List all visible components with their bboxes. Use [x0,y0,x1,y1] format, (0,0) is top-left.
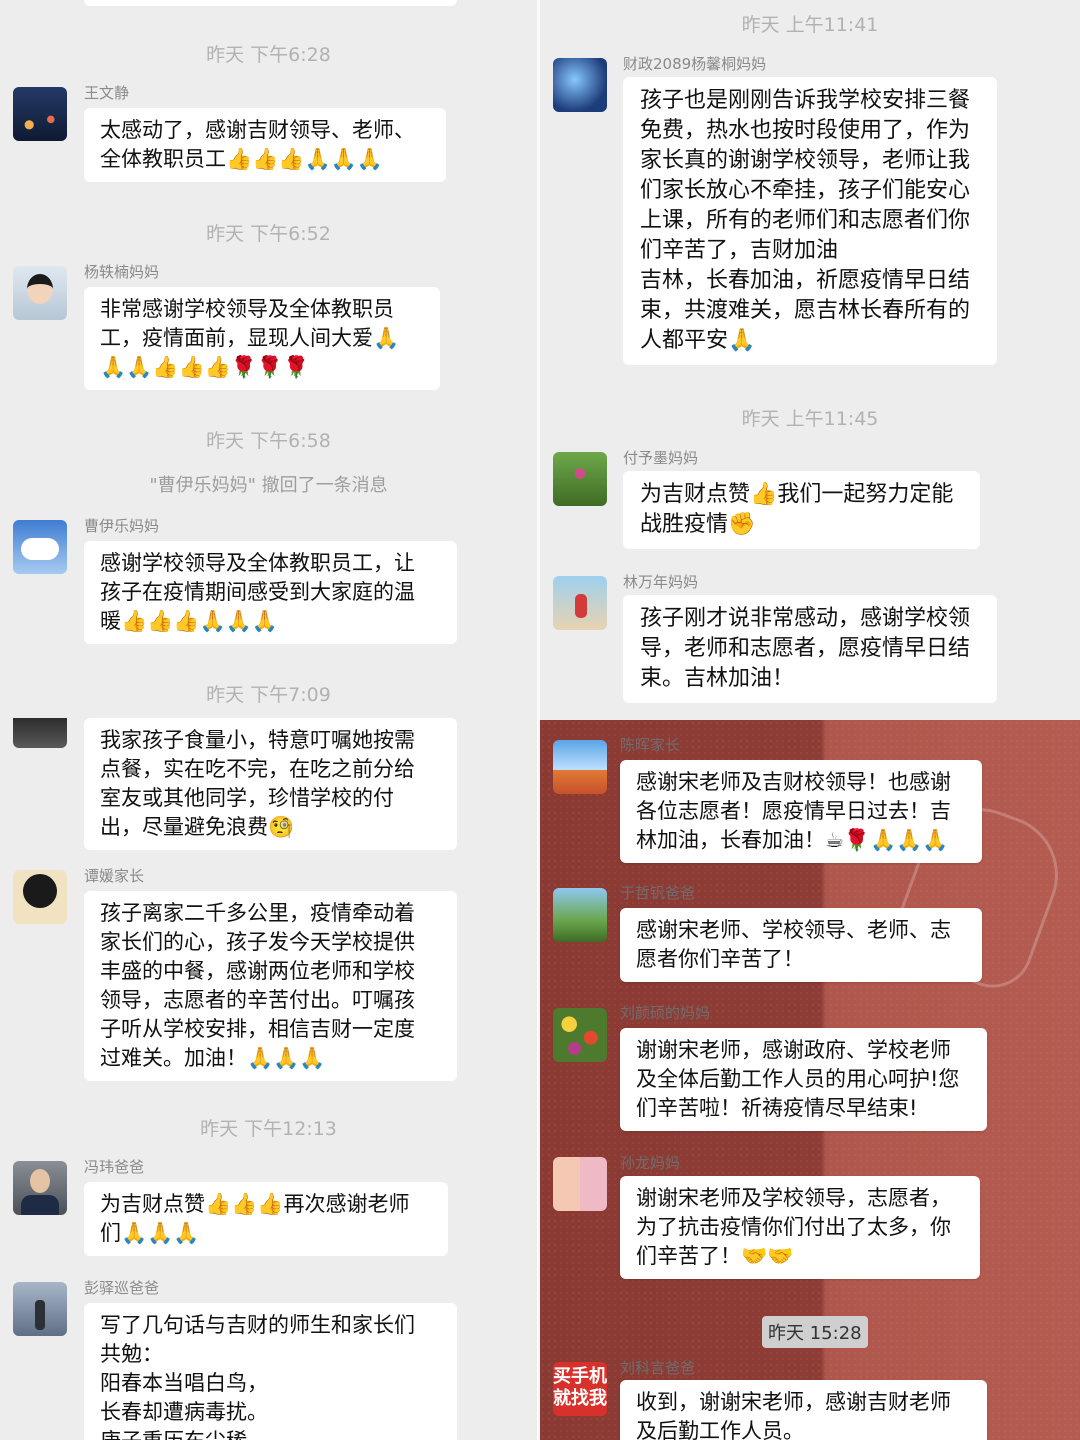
sender-name: 林万年妈妈 [623,573,699,591]
message-bubble[interactable]: 谢谢宋老师，感谢政府、学校老师 及全体后勤工作人员的用心呵护!您 们辛苦啦！祈祷… [620,1028,987,1131]
message-bubble[interactable]: 谢谢宋老师及学校领导，志愿者， 为了抗击疫情你们付出了太多，你 们辛苦了！🤝🤝 [620,1176,980,1279]
right-top-chat-screenshot: 昨天 上午11:41 财政2089杨馨桐妈妈 孩子也是刚刚告诉我学校安排三餐 免… [540,0,1080,720]
sender-name: 付予墨妈妈 [623,449,699,467]
message-bubble[interactable]: 孩子离家二千多公里，疫情牵动着 家长们的心，孩子发今天学校提供 丰盛的中餐，感谢… [84,891,457,1081]
avatar-ad-text[interactable]: 买手机 就找我 [553,1362,607,1416]
message-bubble[interactable]: 写了几句话与吉财的师生和家长们 共勉： 阳春本当唱白鸟， 长春却遭病毒扰。 庚子… [84,1303,457,1440]
message-bubble[interactable]: 为吉财点赞👍我们一起努力定能 战胜疫情✊ [623,471,980,549]
message-bubble[interactable]: 我家孩子食量小，特意叮嘱她按需 点餐，实在吃不完，在吃之前分给 室友或其他同学，… [84,718,457,850]
sender-name: 财政2089杨馨桐妈妈 [623,55,767,73]
avatar[interactable] [553,740,607,794]
avatar[interactable] [13,87,67,141]
timestamp: 昨天 下午7:09 [206,684,331,706]
sender-name: 杨轶楠妈妈 [84,263,160,281]
timestamp: 昨天 下午6:52 [206,223,331,245]
sender-name: 于哲钒爸爸 [620,884,696,902]
timestamp: 昨天 下午12:13 [200,1118,337,1140]
avatar[interactable] [13,520,67,574]
timestamp: 昨天 下午6:58 [206,430,331,452]
message-bubble[interactable]: 收到，谢谢宋老师，感谢吉财老师 及后勤工作人员。 [620,1380,987,1440]
recall-notice: "曹伊乐妈妈" 撤回了一条消息 [149,475,388,496]
avatar[interactable] [553,1157,607,1211]
avatar[interactable] [553,576,607,630]
avatar[interactable] [13,870,67,924]
message-bubble-cut[interactable] [84,0,457,6]
sender-name: 彭驿巡爸爸 [84,1279,160,1297]
message-bubble[interactable]: 感谢学校领导及全体教职员工，让 孩子在疫情期间感受到大家庭的温 暖👍👍👍🙏🙏🙏 [84,541,457,644]
avatar[interactable] [13,1282,67,1336]
message-bubble[interactable]: 感谢宋老师、学校领导、老师、志 愿者你们辛苦了！ [620,908,982,982]
timestamp: 昨天 上午11:41 [741,14,879,36]
sender-name: 王文静 [84,84,130,102]
avatar[interactable] [553,888,607,942]
sender-name: 谭媛家长 [84,867,145,885]
message-bubble[interactable]: 感谢宋老师及吉财校领导！也感谢 各位志愿者！愿疫情早日过去！吉 林加油，长春加油… [620,760,982,863]
avatar[interactable] [553,1008,607,1062]
avatar[interactable] [13,718,67,748]
avatar[interactable] [553,452,607,506]
sender-name: 曹伊乐妈妈 [84,517,160,535]
avatar[interactable] [553,58,607,112]
timestamp-pill: 昨天 15:28 [762,1316,868,1348]
avatar[interactable] [13,1161,67,1215]
message-bubble[interactable]: 孩子也是刚刚告诉我学校安排三餐 免费，热水也按时段使用了，作为 家长真的谢谢学校… [623,77,997,365]
message-bubble[interactable]: 为吉财点赞👍👍👍再次感谢老师 们🙏🙏🙏 [84,1182,448,1256]
left-chat-screenshot: 昨天 下午6:28 王文静 太感动了，感谢吉财领导、老师、 全体教职员工👍👍👍🙏… [0,0,537,1440]
sender-name: 冯玮爸爸 [84,1158,145,1176]
avatar[interactable] [13,266,67,320]
message-bubble[interactable]: 非常感谢学校领导及全体教职员 工，疫情面前，显现人间大爱🙏 🙏🙏👍👍👍🌹🌹🌹 [84,287,440,390]
message-bubble[interactable]: 太感动了，感谢吉财领导、老师、 全体教职员工👍👍👍🙏🙏🙏 [84,108,446,182]
sender-name: 刘科言爸爸 [620,1359,696,1377]
timestamp: 昨天 下午6:28 [206,44,331,66]
sender-name: 刘颜硕的妈妈 [620,1004,711,1022]
sender-name: 孙龙妈妈 [620,1154,681,1172]
message-bubble[interactable]: 孩子刚才说非常感动，感谢学校领 导，老师和志愿者，愿疫情早日结 束。吉林加油！ [623,595,997,703]
timestamp: 昨天 上午11:45 [741,408,879,430]
right-bottom-chat-screenshot: 陈晖家长 感谢宋老师及吉财校领导！也感谢 各位志愿者！愿疫情早日过去！吉 林加油… [540,720,1080,1440]
sender-name: 陈晖家长 [620,736,681,754]
